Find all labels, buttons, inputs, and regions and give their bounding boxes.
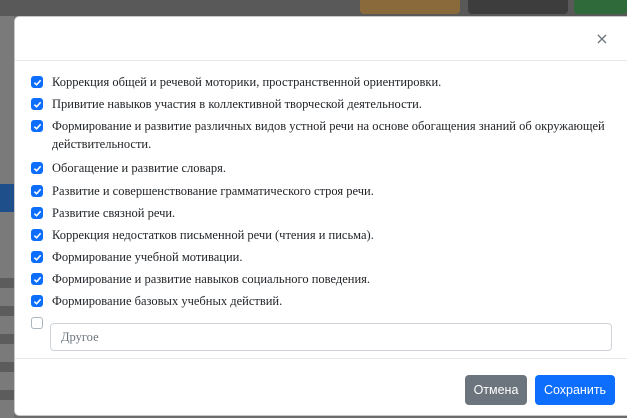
checkbox-row[interactable]: Формирование базовых учебных действий. <box>31 292 612 310</box>
checkbox-row[interactable]: Формирование и развитие навыков социальн… <box>31 270 612 288</box>
check-icon <box>33 298 41 305</box>
checkbox-checked[interactable] <box>31 251 43 263</box>
checkbox-checked[interactable] <box>31 98 43 110</box>
background-button <box>574 0 627 14</box>
checkbox-label: Коррекция общей и речевой моторики, прос… <box>52 75 442 89</box>
check-icon <box>33 101 41 108</box>
background-text <box>0 390 14 400</box>
save-button[interactable]: Сохранить <box>535 375 615 405</box>
checkbox-row[interactable]: Формирование и развитие различных видов … <box>31 117 612 153</box>
check-icon <box>33 188 41 195</box>
checkbox-checked[interactable] <box>31 120 43 132</box>
checkbox-checked[interactable] <box>31 273 43 285</box>
check-icon <box>33 210 41 217</box>
background-text <box>0 278 14 288</box>
checkbox-label: Обогащение и развитие словаря. <box>52 161 226 175</box>
checkbox-checked[interactable] <box>31 162 43 174</box>
check-icon <box>33 276 41 283</box>
checkbox-row[interactable]: Формирование учебной мотивации. <box>31 248 612 266</box>
background-highlight <box>0 184 14 212</box>
checkbox-checked[interactable] <box>31 229 43 241</box>
modal-header: × <box>15 17 627 61</box>
check-icon <box>33 123 41 130</box>
checkbox-row[interactable]: Привитие навыков участия в коллективной … <box>31 95 612 113</box>
checkbox-label: Привитие навыков участия в коллективной … <box>52 97 422 111</box>
checkbox-other[interactable] <box>31 317 43 329</box>
background-page-edge <box>0 16 14 418</box>
close-icon[interactable]: × <box>594 30 610 48</box>
background-text <box>0 362 14 372</box>
checkbox-row-other[interactable] <box>31 314 43 329</box>
checkbox-label: Коррекция недостатков письменной речи (ч… <box>52 228 374 242</box>
check-icon <box>33 79 41 86</box>
checkbox-row[interactable]: Коррекция недостатков письменной речи (ч… <box>31 226 612 244</box>
check-icon <box>33 165 41 172</box>
modal-footer: Отмена Сохранить <box>15 358 627 417</box>
checkbox-row[interactable]: Коррекция общей и речевой моторики, прос… <box>31 73 612 91</box>
cancel-button[interactable]: Отмена <box>465 375 527 405</box>
background-button <box>468 0 568 14</box>
check-icon <box>33 254 41 261</box>
checkbox-label: Развитие и совершенствование грамматичес… <box>52 184 374 198</box>
checkbox-checked[interactable] <box>31 185 43 197</box>
background-text <box>0 334 14 344</box>
modal-dialog: × Коррекция общей и речевой моторики, пр… <box>14 16 627 416</box>
background-button <box>360 0 460 14</box>
checkbox-checked[interactable] <box>31 207 43 219</box>
checkbox-label: Формирование базовых учебных действий. <box>52 294 283 308</box>
checkbox-checked[interactable] <box>31 295 43 307</box>
checkbox-row[interactable]: Развитие и совершенствование грамматичес… <box>31 182 612 200</box>
checkbox-checked[interactable] <box>31 76 43 88</box>
background-text <box>0 306 14 316</box>
checkbox-row[interactable]: Развитие связной речи. <box>31 204 612 222</box>
check-icon <box>33 232 41 239</box>
checkbox-label: Формирование и развитие навыков социальн… <box>52 272 371 286</box>
other-input[interactable] <box>50 323 612 351</box>
checkbox-label: Формирование учебной мотивации. <box>52 250 243 264</box>
checkbox-label: Развитие связной речи. <box>52 206 176 220</box>
checkbox-label: Формирование и развитие различных видов … <box>52 119 605 151</box>
checkbox-row[interactable]: Обогащение и развитие словаря. <box>31 159 612 177</box>
